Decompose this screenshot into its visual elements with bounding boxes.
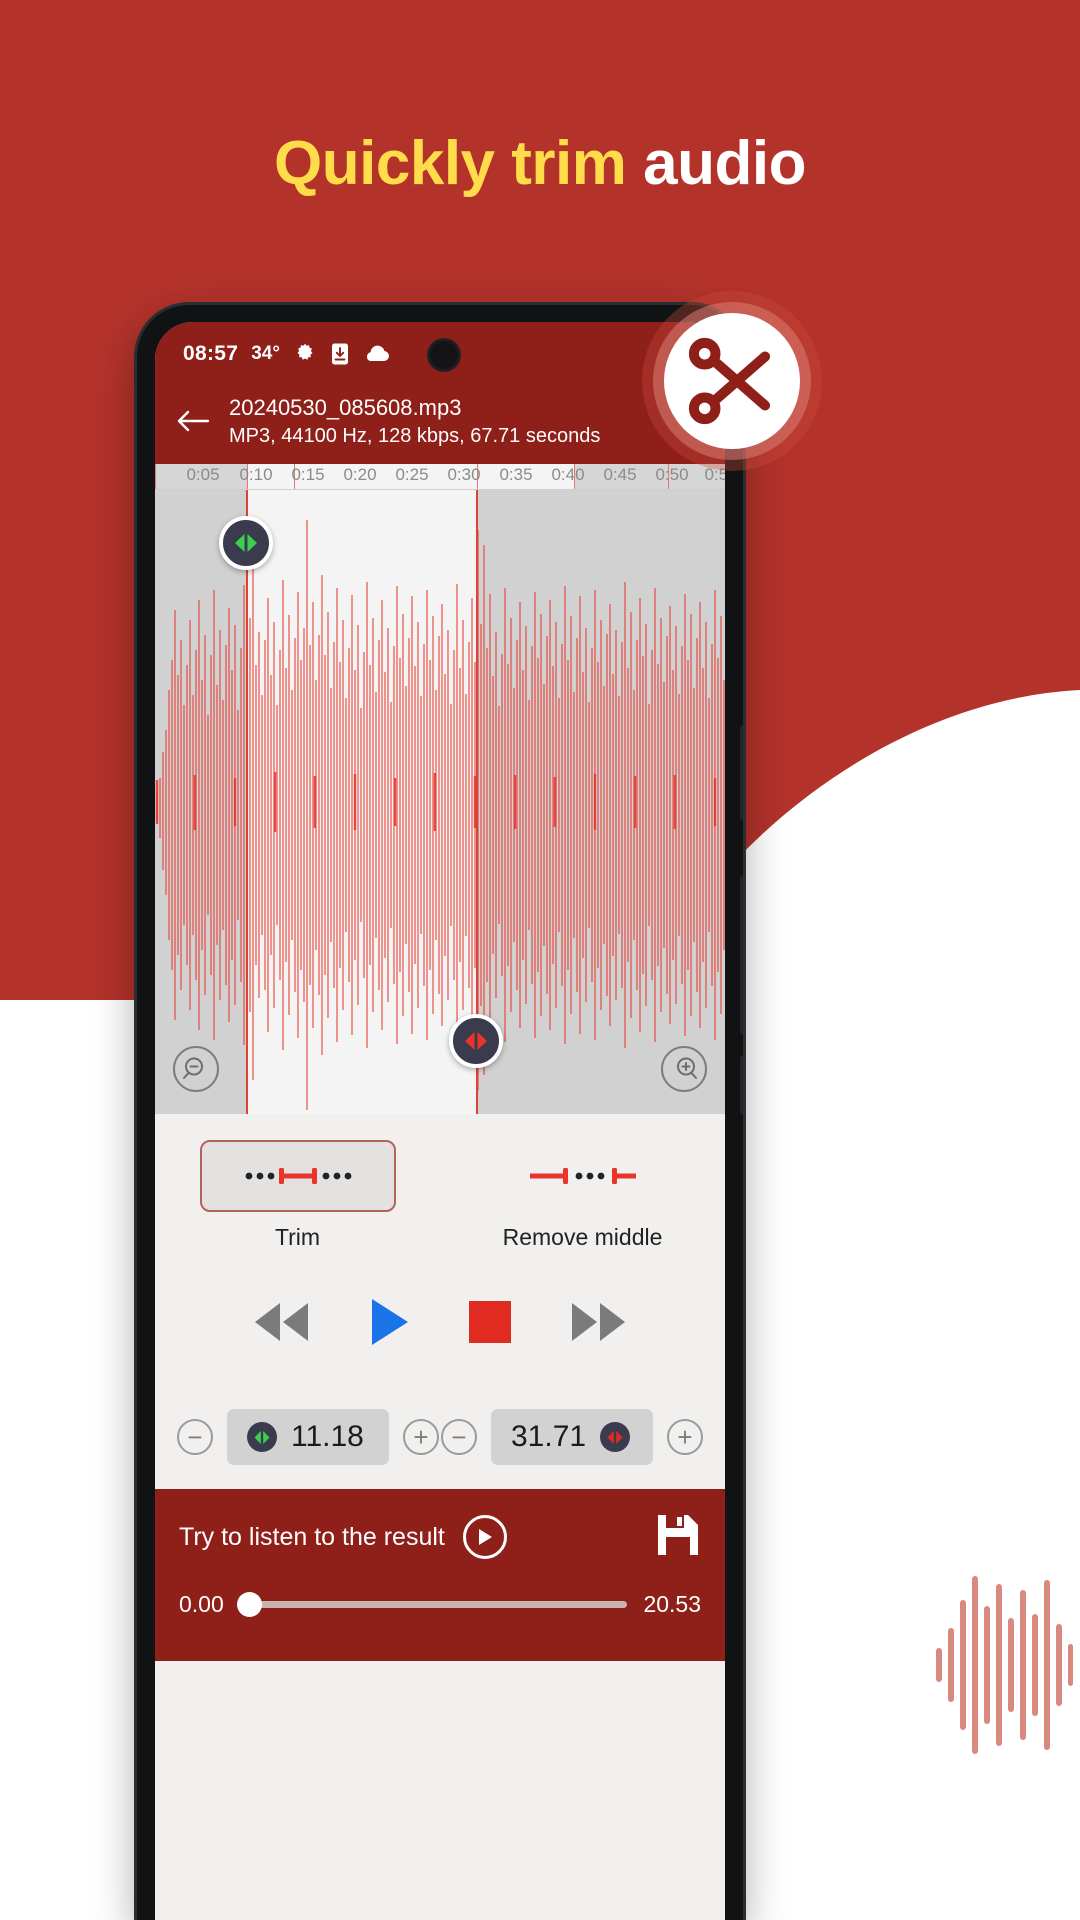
- remove-middle-chip: [485, 1140, 681, 1212]
- selection-start-line: [246, 490, 248, 1114]
- transport-controls: [155, 1259, 725, 1385]
- start-time-field[interactable]: 11.18: [227, 1409, 389, 1465]
- rewind-button[interactable]: [250, 1299, 312, 1345]
- phone-volume-button: [740, 875, 743, 1035]
- scissors-icon: [688, 337, 771, 425]
- fast-forward-icon: [572, 1303, 625, 1341]
- play-circle-icon[interactable]: [462, 1515, 507, 1559]
- ruler-tick: 0:05: [186, 465, 220, 484]
- start-plus-button[interactable]: +: [403, 1419, 439, 1455]
- playback-duration: 20.53: [643, 1591, 701, 1617]
- phone-side-button: [740, 725, 743, 821]
- floppy-save-icon: [658, 1514, 698, 1555]
- start-marker-icon: [247, 1422, 277, 1452]
- ruler-tick: 0:20: [343, 465, 377, 484]
- ruler-tick: 0:40: [551, 465, 585, 484]
- start-minus-button[interactable]: −: [177, 1419, 213, 1455]
- scissors-badge: [642, 291, 822, 471]
- playback-slider[interactable]: [236, 1592, 628, 1617]
- promo-screenshot: Quickly trim audio 08:57 34° 20240530_08…: [0, 0, 1080, 1920]
- stop-icon: [469, 1301, 511, 1343]
- play-triangle-icon: [478, 1529, 492, 1545]
- decorative-waveform: [936, 1576, 1073, 1754]
- headline-highlight: Quickly trim: [274, 129, 627, 198]
- preview-row: Try to listen to the result: [179, 1505, 701, 1569]
- edit-mode-tools: Trim Remove middle: [155, 1114, 725, 1259]
- save-icon[interactable]: [655, 1512, 701, 1563]
- preview-bar: Try to listen to the result 0.00 20.53: [155, 1489, 725, 1661]
- stop-button[interactable]: [466, 1298, 514, 1346]
- remove-middle-label: Remove middle: [502, 1224, 663, 1250]
- status-bar: 08:57 34°: [155, 322, 725, 386]
- ruler-tick: 0:25: [395, 465, 429, 484]
- start-marker-handle-icon[interactable]: [219, 516, 273, 570]
- start-handle-arrows-icon: [235, 534, 257, 552]
- phone-power-button: [740, 1055, 743, 1115]
- time-steppers: − 11.18 + − 31.71 +: [155, 1385, 725, 1489]
- trim-button[interactable]: Trim: [155, 1140, 440, 1251]
- gear-icon: [293, 342, 317, 366]
- play-button[interactable]: [366, 1296, 412, 1348]
- ruler-tick: 0:35: [499, 465, 533, 484]
- waveform-canvas[interactable]: [155, 490, 725, 1114]
- playback-slider-row: 0.00 20.53: [179, 1591, 701, 1618]
- page-title: Quickly trim audio: [0, 128, 1080, 199]
- start-time-stepper: − 11.18 +: [177, 1409, 439, 1465]
- ruler-tick: 0:30: [447, 465, 481, 484]
- timeline-ruler[interactable]: 0:05 0:10 0:15 0:20 0:25 0:30 0:35 0:40 …: [155, 464, 725, 490]
- file-name: 20240530_085608.mp3: [229, 394, 462, 420]
- status-time: 08:57: [183, 342, 239, 365]
- headline-rest: audio: [626, 129, 806, 198]
- end-time-value: 31.71: [511, 1420, 587, 1453]
- end-minus-button[interactable]: −: [441, 1419, 477, 1455]
- ruler-tick: 0:15: [291, 465, 325, 484]
- trim-keep-middle-icon: [245, 1168, 351, 1184]
- play-icon: [372, 1299, 408, 1345]
- forward-button[interactable]: [568, 1299, 630, 1345]
- end-handle-arrows-icon: [465, 1032, 487, 1050]
- rewind-icon: [255, 1303, 308, 1341]
- cloud-icon: [363, 344, 391, 364]
- end-time-stepper: − 31.71 +: [441, 1409, 703, 1465]
- playback-position: 0.00: [179, 1591, 224, 1617]
- zoom-out-icon[interactable]: [173, 1046, 219, 1092]
- start-time-value: 11.18: [291, 1420, 364, 1453]
- end-time-field[interactable]: 31.71: [491, 1409, 653, 1465]
- end-plus-button[interactable]: +: [667, 1419, 703, 1455]
- remove-middle-icon: [529, 1168, 636, 1184]
- remove-middle-button[interactable]: Remove middle: [440, 1140, 725, 1251]
- status-temperature: 34°: [251, 343, 280, 364]
- listen-label: Try to listen to the result: [179, 1522, 445, 1551]
- trim-label: Trim: [274, 1224, 321, 1250]
- zoom-in-icon[interactable]: [661, 1046, 707, 1092]
- playback-slider-knob[interactable]: [236, 1592, 262, 1617]
- phone-mockup: 08:57 34° 20240530_085608.mp3 MP3, 44100…: [137, 305, 743, 1920]
- camera-punch-hole: [427, 338, 461, 372]
- end-marker-icon: [600, 1422, 631, 1452]
- app-header: 20240530_085608.mp3 MP3, 44100 Hz, 128 k…: [155, 386, 725, 464]
- back-arrow-icon[interactable]: [173, 401, 213, 441]
- phone-screen: 08:57 34° 20240530_085608.mp3 MP3, 44100…: [155, 322, 725, 1920]
- phone-download-icon: [330, 342, 350, 366]
- waveform-panel[interactable]: 0:05 0:10 0:15 0:20 0:25 0:30 0:35 0:40 …: [155, 464, 725, 1114]
- file-format-info: MP3, 44100 Hz, 128 kbps, 67.71 seconds: [229, 424, 601, 447]
- end-marker-handle-icon[interactable]: [449, 1014, 503, 1068]
- file-info-block: 20240530_085608.mp3 MP3, 44100 Hz, 128 k…: [229, 393, 600, 450]
- ruler-tick: 0:10: [239, 465, 273, 484]
- trim-chip: [199, 1140, 396, 1212]
- ruler-tick: 0:45: [603, 465, 637, 484]
- audio-waveform: [155, 520, 725, 1110]
